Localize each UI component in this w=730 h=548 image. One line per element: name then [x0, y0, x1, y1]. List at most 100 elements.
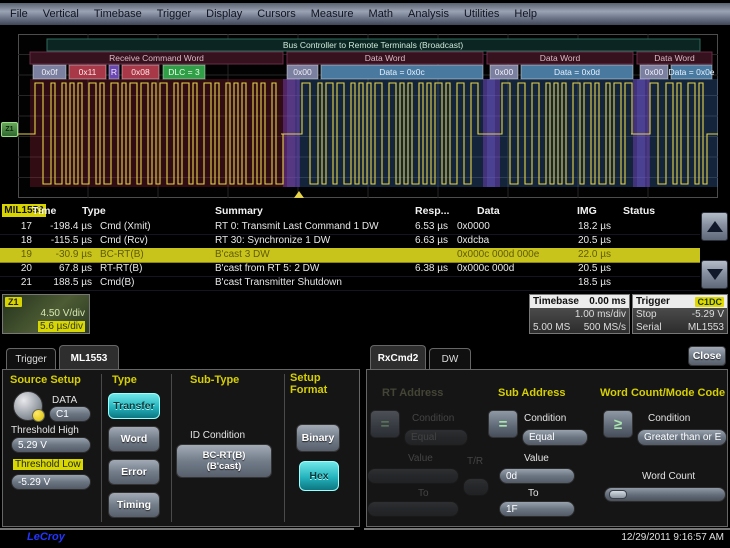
- column-header-type[interactable]: Type: [82, 205, 106, 217]
- adjust-knob-icon[interactable]: [13, 391, 43, 421]
- table-row[interactable]: 2067.8 µsRT-RT(B)B'cast from RT 5: 2 DW6…: [0, 262, 700, 277]
- slider-handle[interactable]: [609, 490, 627, 499]
- cell-idx: 21: [6, 277, 32, 288]
- table-row-selected[interactable]: 19-30.9 µsBC-RT(B)B'cast 3 DW0x000c 000d…: [0, 248, 700, 263]
- format-title-2: Format: [290, 384, 327, 396]
- decode-title: Bus Controller to Remote Terminals (Broa…: [283, 40, 463, 50]
- decode-cell-text: Data = 0x0c: [379, 67, 425, 77]
- menu-item-trigger[interactable]: Trigger: [157, 8, 191, 20]
- sub-equal-icon[interactable]: =: [488, 410, 518, 438]
- lecroy-logo: LeCroy: [27, 531, 65, 543]
- tr-field[interactable]: [463, 478, 489, 496]
- menu-item-analysis[interactable]: Analysis: [408, 8, 449, 20]
- trigger-label: Trigger: [636, 296, 670, 307]
- cell-type: Cmd (Xmit): [100, 221, 210, 232]
- column-header-status[interactable]: Status: [623, 205, 655, 217]
- decode-cell-text: 0x11: [79, 67, 97, 77]
- cell-data: 0x0000: [457, 221, 572, 232]
- cell-summary: RT 0: Transmit Last Command 1 DW: [215, 221, 410, 232]
- z1-tdiv: 5.6 µs/div: [38, 321, 85, 332]
- format-button-binary[interactable]: Binary: [296, 424, 340, 452]
- column-header-data[interactable]: Data: [477, 205, 500, 217]
- zoom-trace-descriptor[interactable]: Z1 4.50 V/div 5.6 µs/div: [2, 294, 90, 334]
- rt-to-field[interactable]: [367, 501, 459, 517]
- column-header-summary[interactable]: Summary: [215, 205, 263, 217]
- trigger-kind: Serial: [636, 322, 662, 333]
- menu-item-timebase[interactable]: Timebase: [94, 8, 142, 20]
- threshold-high-label: Threshold High: [11, 425, 79, 436]
- menu-item-math[interactable]: Math: [369, 8, 393, 20]
- column-header-resp[interactable]: Resp...: [415, 205, 449, 217]
- column-header-img[interactable]: IMG: [577, 205, 597, 217]
- sub-to-label: To: [528, 488, 539, 499]
- sub-address-title: Sub Address: [498, 387, 565, 399]
- menu-item-measure[interactable]: Measure: [311, 8, 354, 20]
- rt-value-field[interactable]: [367, 468, 459, 484]
- source-setup-title: Source Setup: [10, 374, 81, 386]
- cell-img: 22.0 µs: [578, 249, 620, 260]
- word-count-slider[interactable]: [604, 487, 726, 502]
- cell-data: 0x000c 000d 000e: [457, 249, 572, 260]
- cell-idx: 17: [6, 221, 32, 232]
- rt-condition-field[interactable]: Equal: [404, 429, 468, 446]
- trigger-descriptor[interactable]: Trigger C1DC Stop -5.29 V Serial ML1553: [632, 294, 728, 334]
- tr-label: T/R: [467, 456, 483, 467]
- menu-item-utilities[interactable]: Utilities: [464, 8, 499, 20]
- z1-badge: Z1: [5, 297, 22, 307]
- table-row[interactable]: 18-115.5 µsCmd (Rcv)RT 30: Synchronize 1…: [0, 234, 700, 249]
- tab-ml1553[interactable]: ML1553: [59, 345, 119, 370]
- close-button[interactable]: Close: [688, 346, 726, 366]
- table-row[interactable]: 17-198.4 µs Cmd (Xmit) RT 0: Transmit Last…: [0, 220, 700, 235]
- wc-condition-field[interactable]: Greater than or E: [637, 429, 727, 446]
- scroll-up-button[interactable]: [701, 212, 728, 241]
- sub-value-field[interactable]: 0d: [499, 468, 575, 484]
- zoom-trace-marker[interactable]: Z1: [1, 122, 18, 137]
- rt-equal-icon[interactable]: =: [370, 410, 400, 438]
- rt-value-label: Value: [408, 453, 433, 464]
- type-title: Type: [112, 374, 137, 386]
- sub-to-field[interactable]: 1F: [499, 501, 575, 517]
- tab-trigger[interactable]: Trigger: [6, 348, 56, 370]
- menu-item-cursors[interactable]: Cursors: [257, 8, 296, 20]
- type-button-error[interactable]: Error: [108, 459, 160, 485]
- timebase-label: Timebase: [533, 296, 579, 307]
- id-condition-button[interactable]: BC-RT(B) (B'cast): [176, 444, 272, 478]
- cell-type: Cmd(B): [100, 277, 210, 288]
- tab-rxcmd2[interactable]: RxCmd2: [370, 345, 426, 370]
- cell-summary: B'cast 3 DW: [215, 249, 410, 260]
- type-button-transfer[interactable]: Transfer: [108, 393, 160, 419]
- rt-to-label: To: [418, 488, 429, 499]
- timebase-value: 0.00 ms: [589, 296, 626, 307]
- threshold-low-field[interactable]: -5.29 V: [11, 474, 91, 490]
- gte-icon[interactable]: ≥: [603, 410, 633, 438]
- threshold-high-field[interactable]: 5.29 V: [11, 437, 91, 453]
- trigger-level: -5.29 V: [692, 309, 724, 320]
- wc-slider-label: Word Count: [642, 471, 695, 482]
- decode-cell-text: Data = 0x0d: [554, 67, 600, 77]
- decode-cell-text: DLC = 3: [168, 67, 200, 77]
- sub-condition-field[interactable]: Equal: [522, 429, 588, 446]
- table-row[interactable]: 21188.5 µsCmd(B)B'cast Transmitter Shutd…: [0, 276, 700, 291]
- menu-item-display[interactable]: Display: [206, 8, 242, 20]
- cell-time: 67.8 µs: [34, 263, 92, 274]
- format-button-hex[interactable]: Hex: [299, 461, 339, 491]
- scroll-down-button[interactable]: [701, 260, 728, 289]
- trigger-position-marker[interactable]: [294, 191, 304, 198]
- type-button-word[interactable]: Word: [108, 426, 160, 452]
- decode-cell-text: 0x00: [495, 67, 514, 77]
- menu-item-vertical[interactable]: Vertical: [43, 8, 79, 20]
- cell-data: 0xdcba: [457, 235, 572, 246]
- menu-item-file[interactable]: File: [10, 8, 28, 20]
- id-condition-line2: (B'cast): [207, 461, 241, 472]
- threshold-low-label: Threshold Low: [13, 459, 83, 470]
- column-header-time[interactable]: Time: [32, 205, 56, 217]
- wc-condition-label: Condition: [648, 413, 690, 424]
- menu-item-help[interactable]: Help: [514, 8, 537, 20]
- tab-dw[interactable]: DW: [429, 348, 471, 370]
- cell-time: -198.4 µs: [34, 221, 92, 232]
- timebase-descriptor[interactable]: Timebase 0.00 ms 1.00 ms/div 5.00 MS 500…: [529, 294, 630, 334]
- timebase-perdiv: 1.00 ms/div: [575, 309, 626, 320]
- id-condition-label: ID Condition: [190, 430, 245, 441]
- source-channel-field[interactable]: C1: [49, 406, 91, 422]
- type-button-timing[interactable]: Timing: [108, 492, 160, 518]
